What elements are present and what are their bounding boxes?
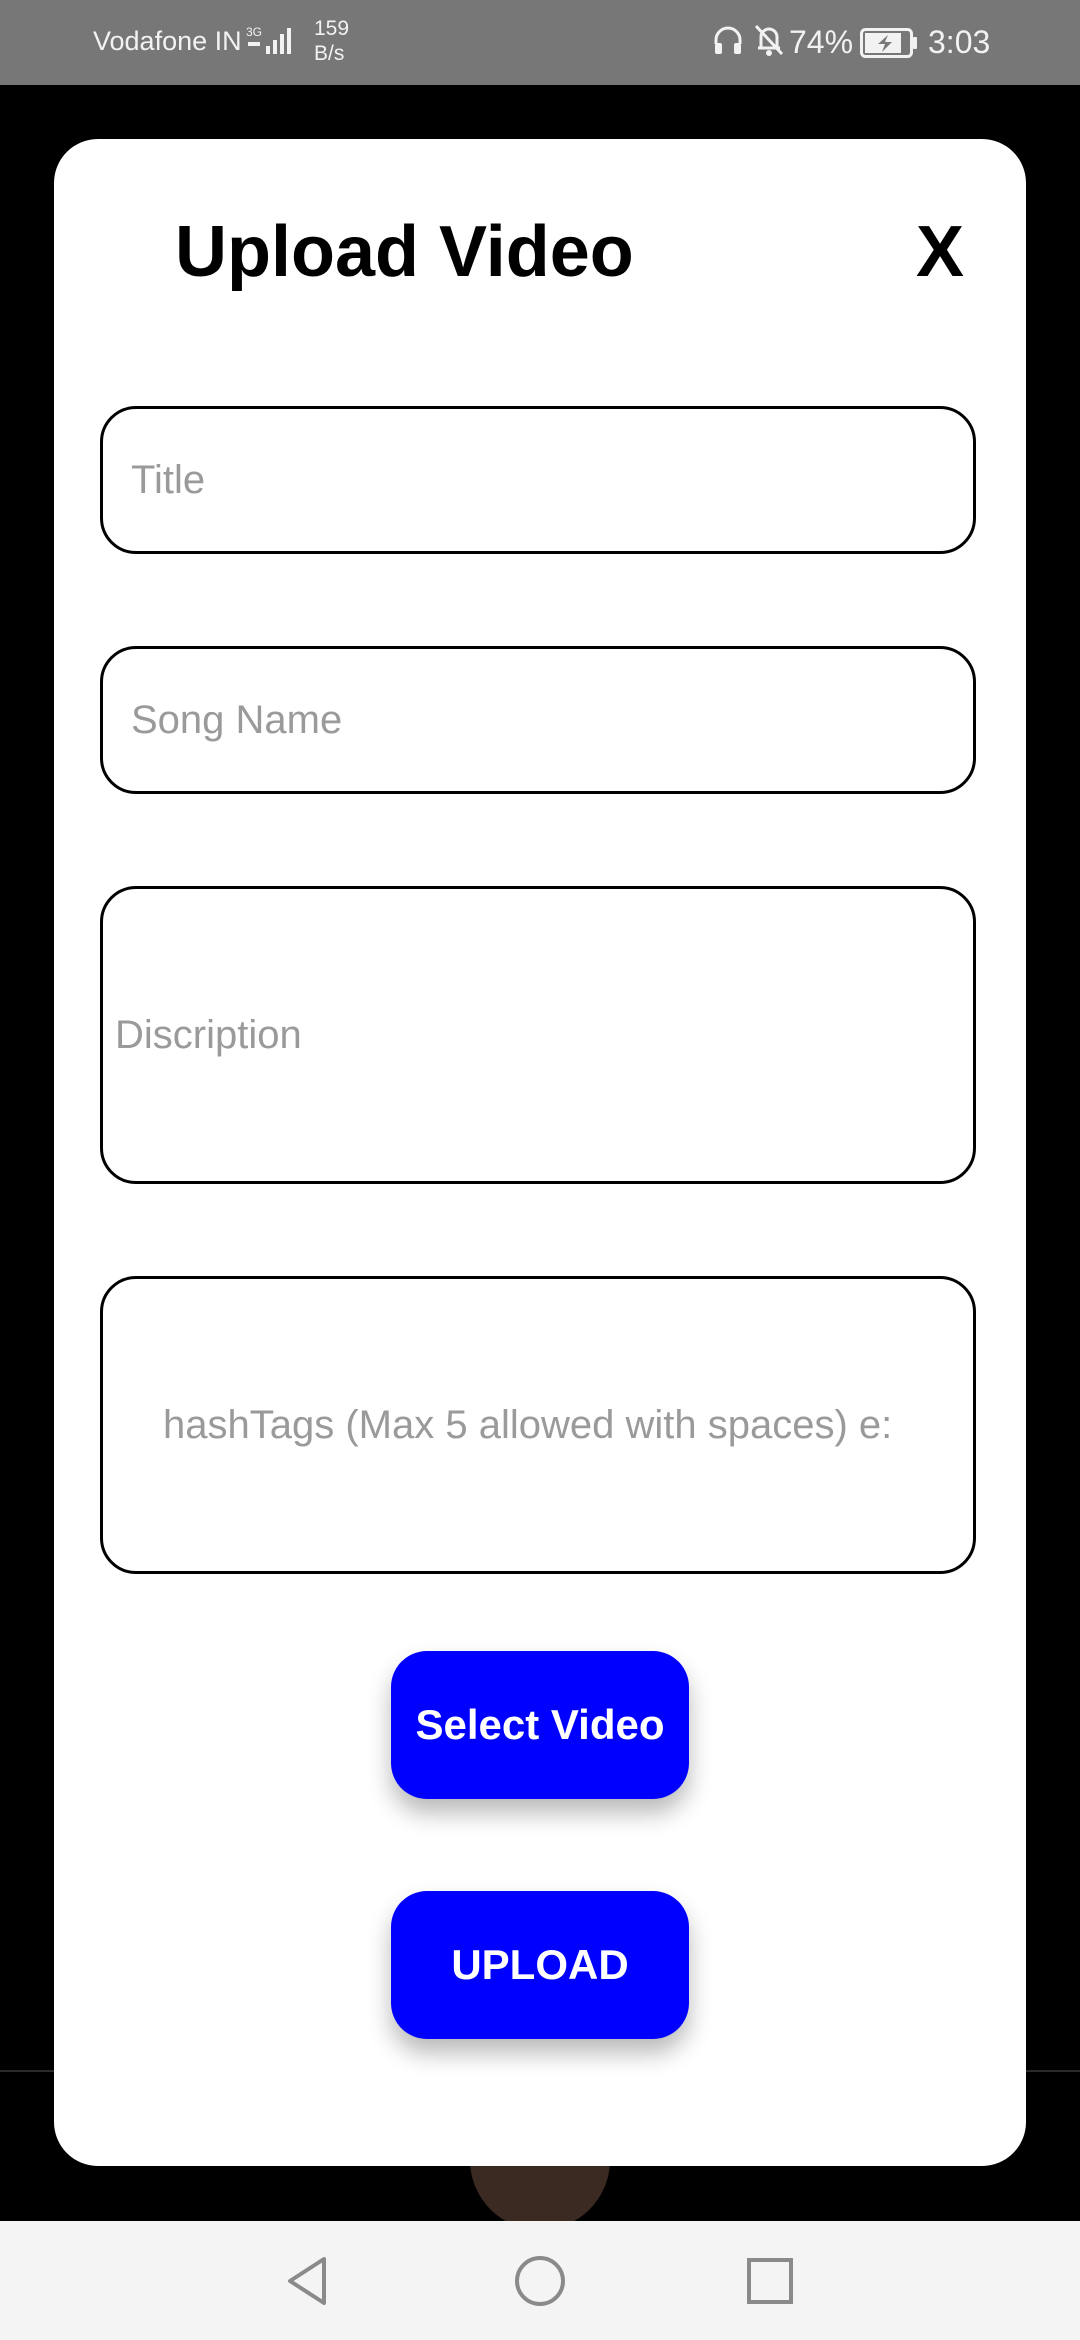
status-bar: Vodafone IN 3G 159 B/s 74% 3:03 [0,0,1080,85]
network-speed-unit: B/s [314,42,345,65]
headset-icon [714,26,742,54]
close-button[interactable]: X [916,211,964,293]
network-speed: 159 B/s [314,16,349,66]
carrier-name: Vodafone IN [93,26,242,56]
clock: 3:03 [928,24,991,60]
circle-home-icon[interactable] [510,2251,570,2311]
title-input[interactable] [100,406,976,554]
upload-video-dialog: Upload Video X Select Video UPLOAD [54,139,1026,2166]
battery-charging-icon [860,28,917,58]
network-type: 3G [246,25,262,39]
signal-icon: 3G [246,25,291,54]
navigation-bar [0,2221,1080,2340]
upload-button[interactable]: UPLOAD [391,1891,689,2039]
square-recent-icon[interactable] [740,2251,800,2311]
bell-off-icon [754,24,784,56]
dialog-title: Upload Video [175,212,634,292]
hashtags-input[interactable] [100,1276,976,1574]
network-speed-value: 159 [314,17,350,40]
description-input[interactable] [100,886,976,1184]
triangle-back-icon[interactable] [278,2251,338,2311]
select-video-button[interactable]: Select Video [391,1651,689,1799]
song-name-input[interactable] [100,646,976,794]
battery-percentage: 74% [789,24,854,60]
